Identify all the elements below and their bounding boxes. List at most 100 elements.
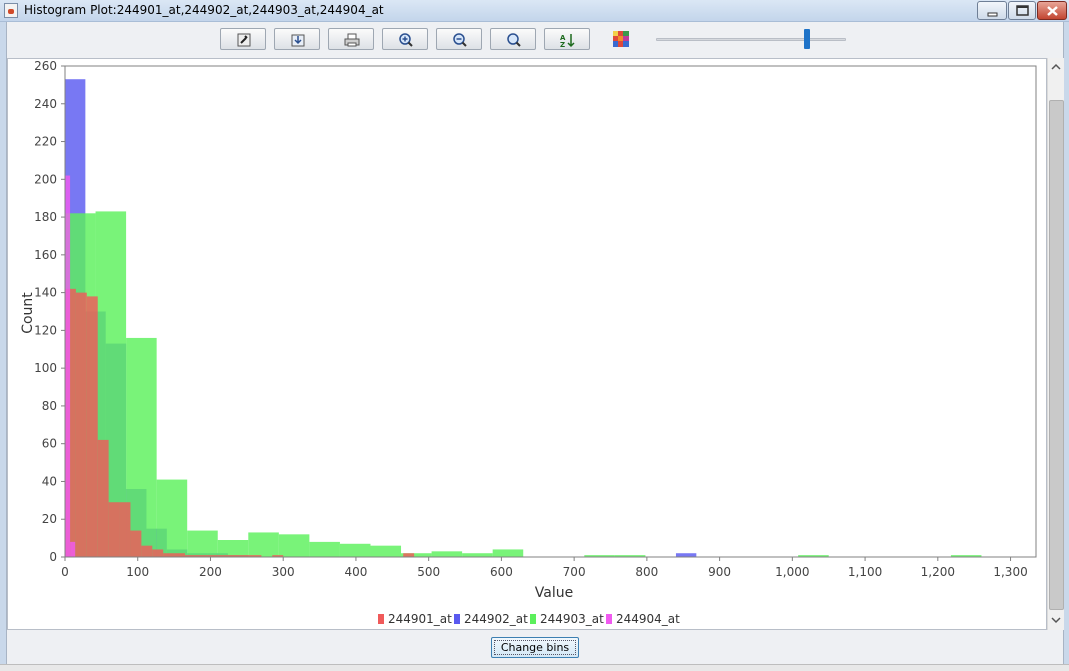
taskbar-strip (0, 664, 1069, 671)
zoom-in-icon (399, 33, 413, 47)
title-bar: Histogram Plot:244901_at,244902_at,24490… (0, 0, 1069, 22)
change-bins-button[interactable]: Change bins (491, 637, 579, 658)
histogram-bar-244903_at (278, 534, 310, 557)
histogram-bar-244903_at (187, 530, 218, 557)
histogram-bar-244904_at (70, 541, 76, 557)
x-axis-label: Value (535, 585, 573, 601)
x-tick-label: 1,100 (848, 565, 882, 579)
properties-button[interactable] (220, 28, 266, 50)
y-tick-label: 160 (34, 248, 57, 262)
histogram-bar-244903_at (431, 551, 463, 557)
scroll-up-icon[interactable] (1048, 59, 1064, 75)
x-tick-label: 900 (708, 565, 731, 579)
maximize-button[interactable] (1008, 1, 1036, 20)
legend-swatch-244904_at (606, 614, 612, 624)
vertical-scrollbar[interactable] (1047, 58, 1064, 630)
y-tick-label: 180 (34, 210, 57, 224)
x-tick-label: 100 (126, 565, 149, 579)
x-tick-label: 400 (344, 565, 367, 579)
x-tick-label: 200 (199, 565, 222, 579)
histogram-bar-244903_at (126, 337, 157, 557)
histogram-bar-244903_at (492, 549, 524, 557)
y-tick-label: 140 (34, 286, 57, 300)
histogram-chart: 0 20 40 60 80 100 120 140 160 180 200 220 240 260 0 100… (20, 59, 1037, 626)
histogram-bar-244904_at (65, 175, 71, 557)
plot-frame (64, 65, 1037, 558)
histogram-bar-244901_at (152, 549, 164, 557)
zoom-reset-button[interactable] (490, 28, 536, 50)
minimize-icon (987, 12, 998, 17)
close-button[interactable] (1037, 1, 1067, 20)
color-palette-icon[interactable] (613, 31, 629, 47)
legend-label-244904_at: 244904_at (616, 612, 680, 626)
histogram-bar-244903_at (156, 479, 188, 557)
transparency-slider-thumb[interactable] (804, 29, 810, 49)
histogram-bar-244901_at (108, 502, 120, 557)
histogram-bar-244903_at (248, 532, 279, 557)
histogram-bar-244901_at (141, 545, 153, 557)
histogram-bar-244901_at (97, 439, 109, 557)
sort-az-icon: AZ (560, 34, 575, 48)
histogram-bar-244901_at (163, 553, 175, 557)
x-tick-label: 300 (272, 565, 295, 579)
sort-button[interactable]: AZ (544, 28, 590, 50)
y-tick-label: 260 (34, 59, 57, 73)
histogram-bar-244901_at (403, 553, 415, 557)
histogram-bar-244903_at (339, 543, 371, 557)
histogram-bar-244903_at (462, 553, 493, 557)
transparency-slider-track[interactable] (656, 38, 846, 41)
histogram-bar-244901_at (174, 553, 186, 557)
x-tick-label: 800 (635, 565, 658, 579)
histogram-bar-244903_at (309, 541, 340, 557)
print-icon (344, 33, 360, 47)
y-tick-label: 240 (34, 97, 57, 111)
close-icon (1047, 6, 1058, 16)
legend-label-244903_at: 244903_at (540, 612, 604, 626)
scroll-down-icon[interactable] (1048, 612, 1064, 628)
legend-label-244901_at: 244901_at (388, 612, 452, 626)
legend: 244901_at 244902_at 244903_at 244904_at (378, 612, 680, 626)
x-tick-label: 600 (490, 565, 513, 579)
x-tick-label: 1,300 (993, 565, 1027, 579)
zoom-out-button[interactable] (436, 28, 482, 50)
histogram-bar-244903_at (217, 540, 249, 557)
histogram-bar-244901_at (119, 502, 131, 557)
app-icon (4, 3, 18, 18)
legend-swatch-244901_at (378, 614, 384, 624)
export-button[interactable] (274, 28, 320, 50)
x-tick-label: 1,000 (775, 565, 809, 579)
y-tick-label: 80 (42, 399, 57, 413)
window-title: Histogram Plot:244901_at,244902_at,24490… (24, 3, 384, 17)
legend-swatch-244903_at (530, 614, 536, 624)
x-tick-label: 0 (61, 565, 69, 579)
histogram-bar-244901_at (75, 292, 87, 557)
histogram-bar-244902_at (675, 553, 697, 557)
x-tick-label: 500 (417, 565, 440, 579)
export-icon (291, 34, 305, 47)
svg-text:Z: Z (560, 41, 565, 48)
wrench-icon (237, 33, 251, 47)
y-axis-label: Count (20, 292, 36, 334)
legend-label-244902_at: 244902_at (464, 612, 528, 626)
zoom-in-button[interactable] (382, 28, 428, 50)
y-tick-label: 40 (42, 474, 57, 488)
y-tick-label: 120 (34, 323, 57, 337)
histogram-bar-244901_at (130, 530, 142, 557)
print-button[interactable] (328, 28, 374, 50)
y-tick-label: 100 (34, 361, 57, 375)
minimize-button[interactable] (977, 1, 1007, 20)
plot-panel: 0 20 40 60 80 100 120 140 160 180 200 220 240 260 0 100… (7, 58, 1047, 630)
histogram-bar-244903_at (370, 545, 402, 557)
y-tick-label: 60 (42, 437, 57, 451)
y-tick-label: 0 (49, 550, 57, 564)
magnifier-icon (507, 33, 521, 47)
y-tick-label: 20 (42, 512, 57, 526)
histogram-bar-244901_at (86, 296, 98, 557)
y-tick-label: 220 (34, 135, 57, 149)
scroll-thumb[interactable] (1049, 100, 1064, 610)
zoom-out-icon (453, 33, 467, 47)
maximize-icon (1016, 5, 1029, 16)
x-tick-label: 1,200 (921, 565, 955, 579)
x-tick-label: 700 (563, 565, 586, 579)
legend-swatch-244902_at (454, 614, 460, 624)
